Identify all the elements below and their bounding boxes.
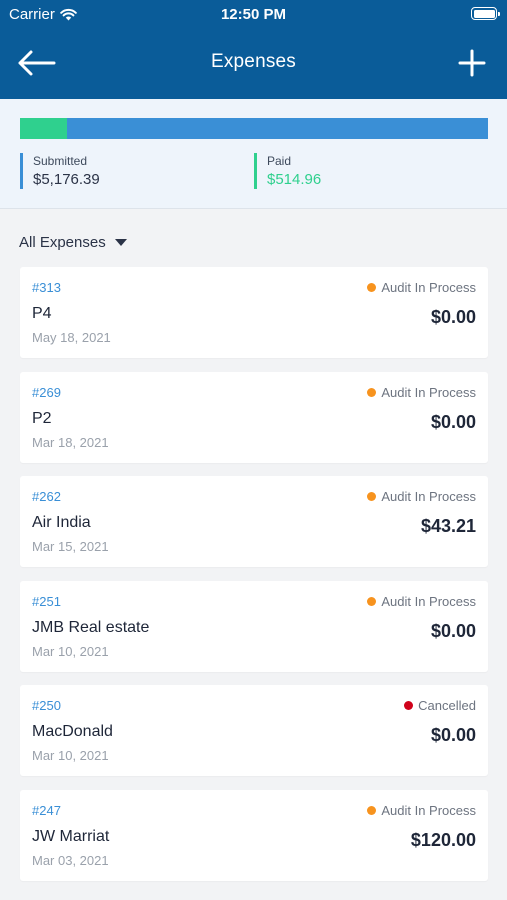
status-label: Audit In Process bbox=[381, 384, 476, 400]
submitted-stat: Submitted $5,176.39 bbox=[20, 153, 100, 189]
expense-status: Cancelled bbox=[404, 698, 476, 713]
expense-name: P2 bbox=[32, 409, 52, 427]
status-label: Cancelled bbox=[418, 698, 476, 713]
paid-label: Paid bbox=[267, 154, 292, 168]
add-expense-button[interactable] bbox=[455, 46, 489, 80]
expense-name: Air India bbox=[32, 514, 91, 531]
filter-label: All Expenses bbox=[19, 234, 106, 251]
status-dot-icon bbox=[367, 805, 377, 815]
expense-status: Audit In Process bbox=[367, 385, 476, 400]
expense-number: #251 bbox=[32, 593, 61, 609]
expense-amount: $0.00 bbox=[430, 620, 476, 641]
expense-amount: $43.21 bbox=[420, 516, 476, 536]
status-label: Audit In Process bbox=[381, 280, 476, 295]
submitted-value: $5,176.39 bbox=[33, 171, 100, 188]
plus-icon bbox=[458, 49, 486, 77]
expense-card[interactable]: #262 Audit In Process Air India $43.21 M… bbox=[20, 476, 488, 567]
expense-date: May 18, 2021 bbox=[32, 330, 111, 345]
status-dot-icon bbox=[367, 596, 377, 606]
expense-date: Mar 10, 2021 bbox=[32, 748, 109, 763]
expense-card[interactable]: #247 Audit In Process JW Marriat $120.00… bbox=[20, 789, 488, 881]
submitted-label: Submitted bbox=[33, 154, 88, 168]
status-bar: Carrier 12:50 PM bbox=[0, 0, 507, 28]
expense-number: #247 bbox=[32, 802, 61, 818]
status-dot-icon bbox=[367, 387, 377, 397]
expense-amount: $0.00 bbox=[430, 307, 476, 327]
expense-name: MacDonald bbox=[32, 723, 113, 740]
expense-amount: $120.00 bbox=[410, 829, 476, 850]
expense-card[interactable]: #251 Audit In Process JMB Real estate $0… bbox=[20, 580, 488, 672]
expense-card[interactable]: #269 Audit In Process P2 $0.00 Mar 18, 2… bbox=[20, 371, 488, 463]
expense-number: #313 bbox=[32, 280, 61, 295]
caret-down-icon bbox=[114, 239, 127, 246]
status-dot-icon bbox=[367, 492, 377, 501]
clock: 12:50 PM bbox=[220, 6, 287, 23]
expense-status: Audit In Process bbox=[367, 594, 476, 609]
expense-date: Mar 18, 2021 bbox=[32, 434, 109, 450]
expense-amount: $0.00 bbox=[430, 725, 476, 745]
status-dot-icon bbox=[404, 701, 414, 710]
expense-amount: $0.00 bbox=[430, 411, 476, 432]
status-label: Audit In Process bbox=[381, 802, 476, 818]
expense-date: Mar 10, 2021 bbox=[32, 643, 109, 659]
page-title: Expenses bbox=[210, 51, 297, 72]
paid-progress-bar bbox=[20, 118, 488, 139]
status-label: Audit In Process bbox=[381, 593, 476, 609]
expense-name: P4 bbox=[32, 305, 52, 322]
expense-name: JMB Real estate bbox=[32, 618, 150, 636]
expense-number: #269 bbox=[32, 384, 61, 400]
expense-number: #262 bbox=[32, 489, 61, 504]
paid-stat: Paid $514.96 bbox=[254, 153, 321, 189]
expense-summary: Submitted $5,176.39 Paid $514.96 bbox=[0, 99, 507, 209]
expense-number: #250 bbox=[32, 698, 61, 713]
expense-card[interactable]: #250 Cancelled MacDonald $0.00 Mar 10, 2… bbox=[20, 685, 488, 776]
app-header: Carrier 12:50 PM Expenses bbox=[0, 0, 507, 99]
expense-card[interactable]: #313 Audit In Process P4 $0.00 May 18, 2… bbox=[20, 267, 488, 358]
battery-icon bbox=[471, 7, 500, 20]
expense-status: Audit In Process bbox=[367, 803, 476, 818]
expense-name: JW Marriat bbox=[32, 827, 110, 845]
status-label: Audit In Process bbox=[381, 489, 476, 504]
status-dot-icon bbox=[367, 283, 377, 292]
expense-status: Audit In Process bbox=[367, 280, 476, 295]
expense-date: Mar 03, 2021 bbox=[32, 852, 109, 868]
paid-progress-fill bbox=[20, 118, 67, 139]
nav-bar: Expenses bbox=[0, 40, 507, 86]
expense-date: Mar 15, 2021 bbox=[32, 539, 109, 554]
expense-status: Audit In Process bbox=[367, 489, 476, 504]
paid-value: $514.96 bbox=[267, 171, 322, 188]
expense-list: #313 Audit In Process P4 $0.00 May 18, 2… bbox=[20, 267, 488, 894]
expense-filter-dropdown[interactable]: All Expenses bbox=[19, 234, 127, 251]
